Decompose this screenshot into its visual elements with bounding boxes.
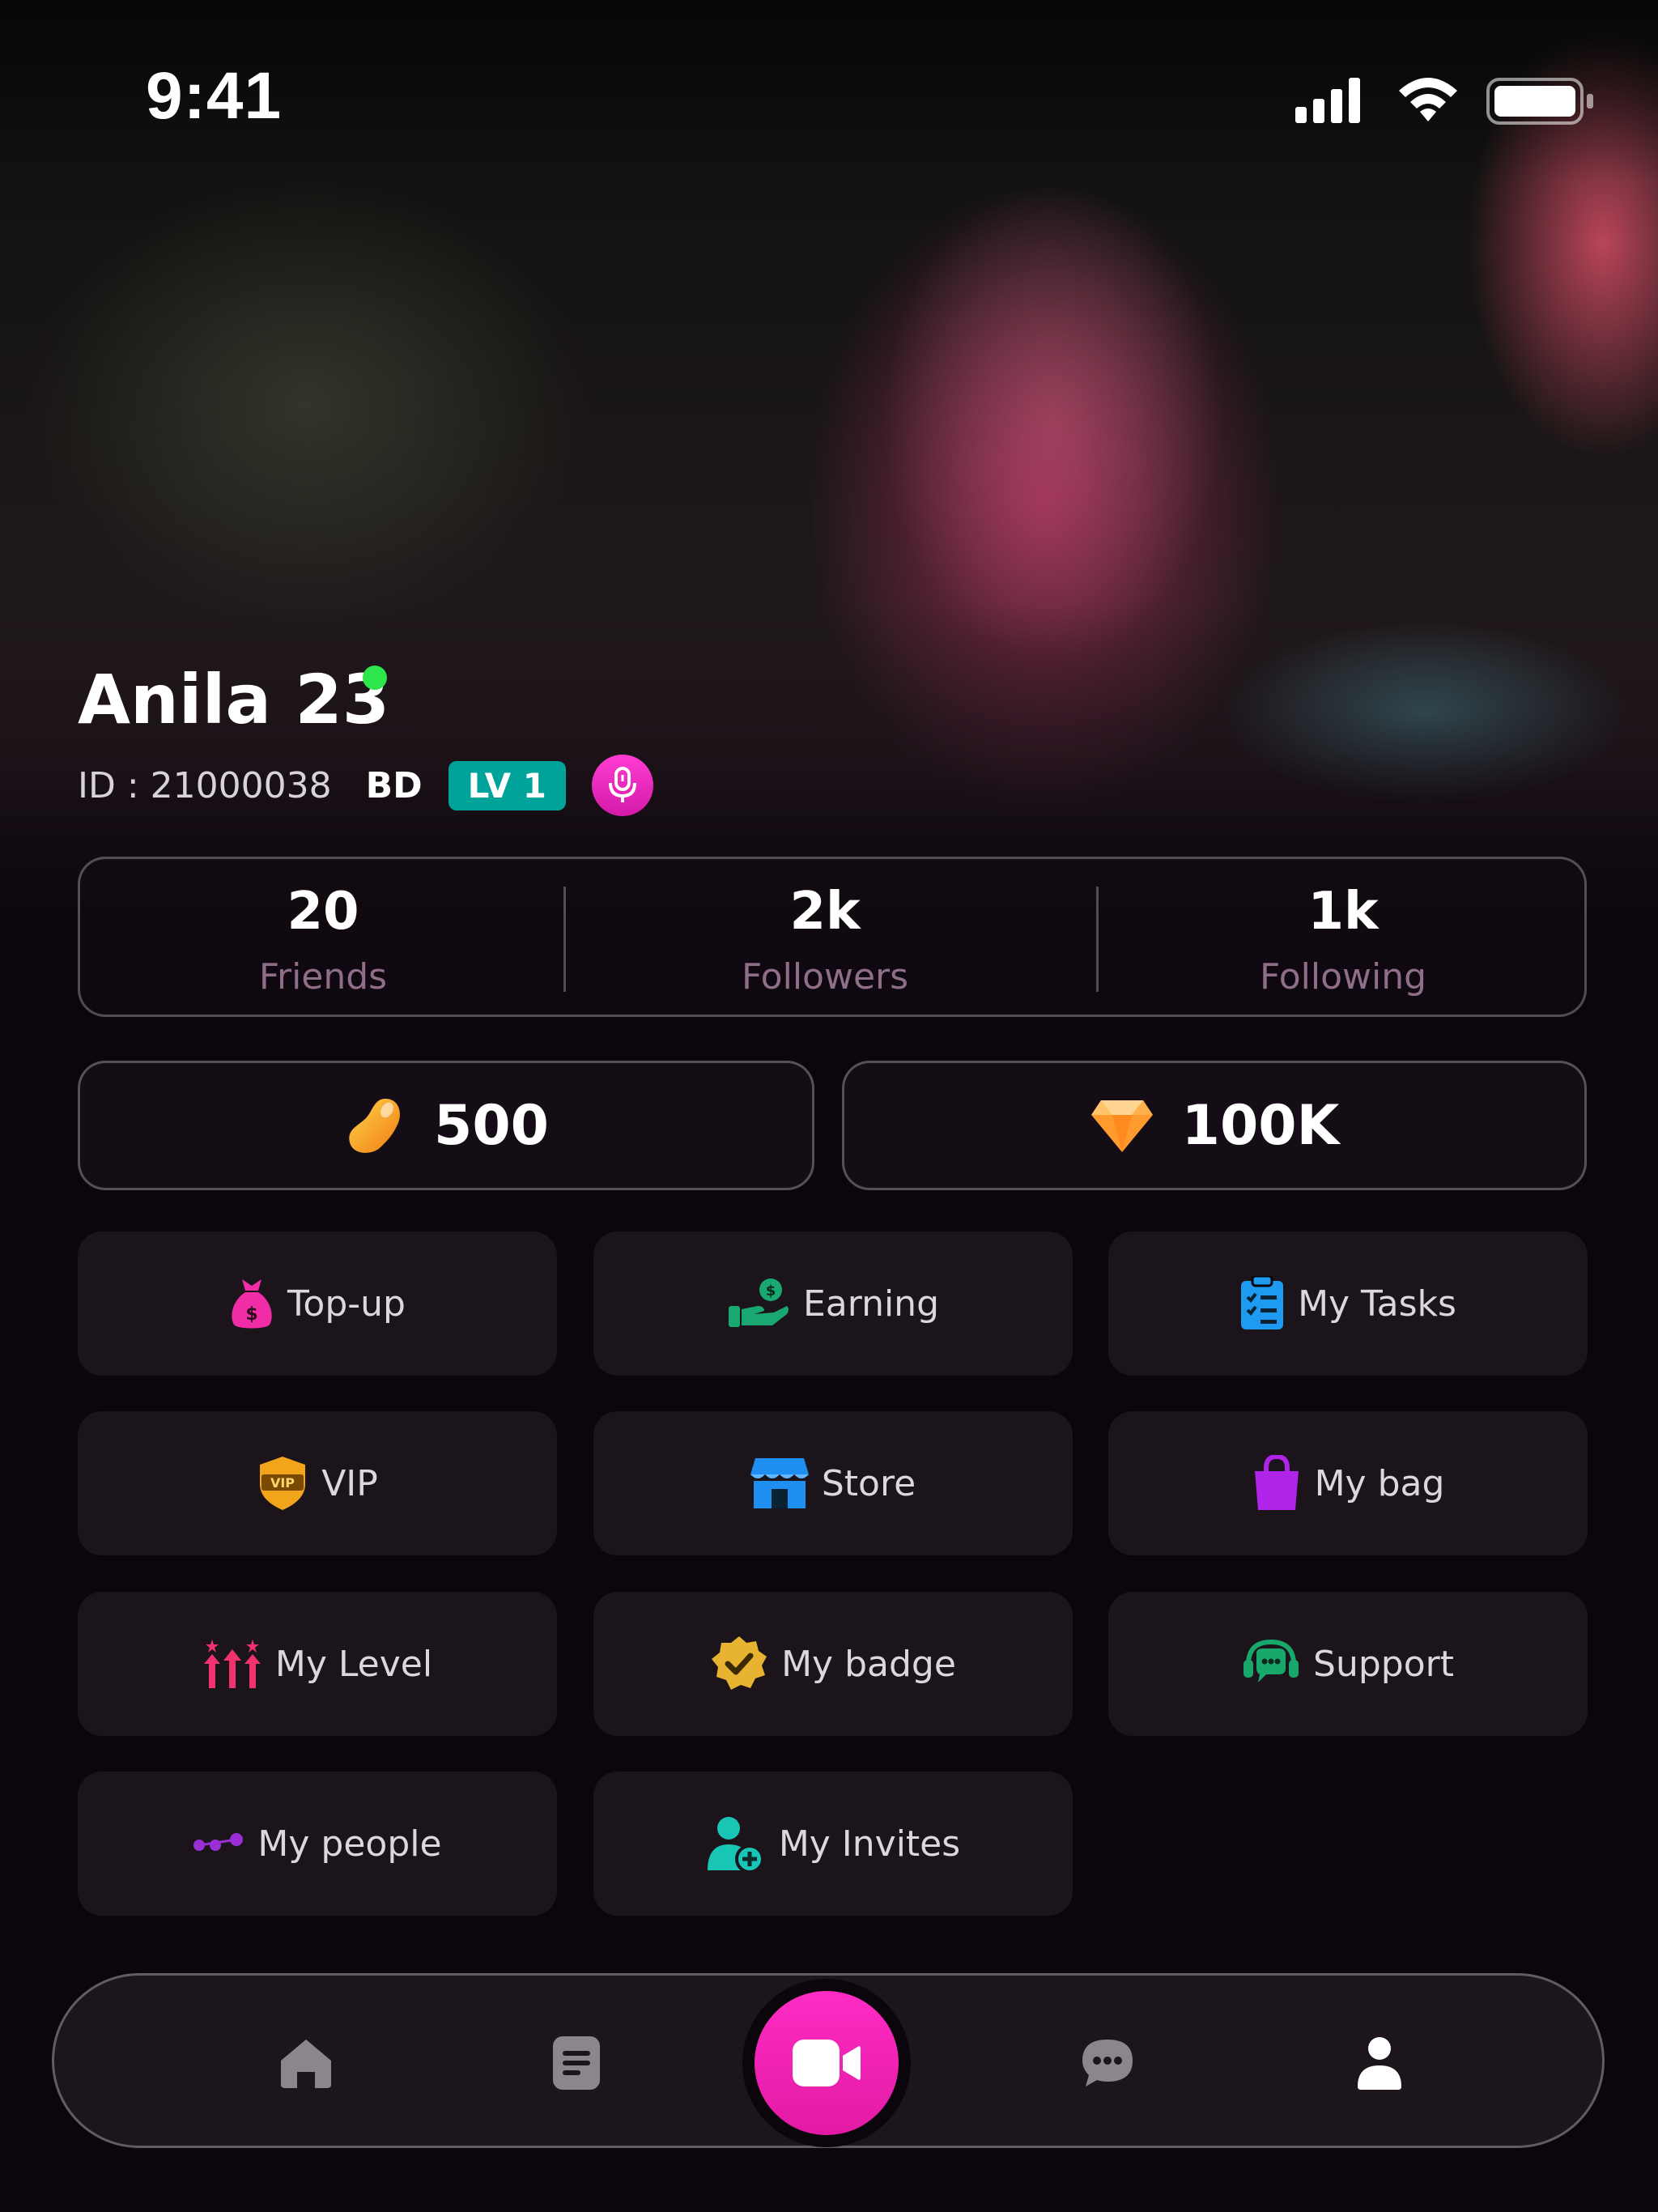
wifi-icon: [1399, 78, 1457, 121]
menu-item-support[interactable]: Support: [1108, 1592, 1588, 1736]
money-bag-icon: $: [232, 1279, 272, 1329]
nav-feed[interactable]: [516, 1976, 637, 2150]
user-id: ID : 21000038: [78, 764, 332, 806]
signal-icon: [1295, 78, 1360, 123]
stat-label: Following: [1259, 956, 1427, 998]
go-live-button-inner: [755, 1991, 899, 2135]
profile-name: Anila 23: [78, 660, 390, 739]
diamond-icon: [1090, 1100, 1153, 1152]
nav-chat[interactable]: [1047, 1976, 1168, 2150]
svg-text:VIP: VIP: [270, 1475, 295, 1491]
svg-text:$: $: [766, 1283, 776, 1300]
menu-item-label: Store: [821, 1462, 916, 1504]
menu-item-my-people[interactable]: My people: [78, 1772, 557, 1916]
stat-followers[interactable]: 2k Followers: [582, 859, 1068, 1019]
people-dots-icon: [193, 1833, 244, 1851]
status-bar: 9:41: [0, 0, 1658, 202]
stat-value: 2k: [789, 882, 861, 942]
headset-icon: [1244, 1639, 1299, 1682]
nav-home[interactable]: [245, 1976, 367, 2150]
status-time: 9:41: [146, 59, 283, 133]
diamonds-balance-button[interactable]: 100K: [842, 1061, 1587, 1190]
menu-item-label: Earning: [802, 1283, 939, 1325]
menu-item-my-level[interactable]: My Level: [78, 1592, 557, 1736]
level-arrows-icon: [203, 1640, 261, 1688]
stat-friends[interactable]: 20 Friends: [80, 859, 566, 1019]
vip-shield-icon: VIP: [260, 1457, 306, 1510]
level-badge: LV 1: [448, 760, 567, 810]
menu-item-label: My badge: [781, 1643, 956, 1685]
hand-coin-icon: $: [728, 1278, 789, 1327]
clipboard-icon: [1241, 1276, 1284, 1329]
badge-check-icon: [712, 1636, 767, 1690]
profile-icon: [1358, 2037, 1401, 2090]
add-user-icon: [707, 1817, 764, 1874]
stat-label: Friends: [258, 956, 388, 998]
nav-profile[interactable]: [1319, 1976, 1440, 2150]
chat-icon: [1082, 2040, 1133, 2087]
stat-divider: [1096, 887, 1099, 992]
menu-item-top-up[interactable]: $ Top-up: [78, 1231, 557, 1376]
menu-item-label: My people: [257, 1823, 442, 1865]
menu-item-my-invites[interactable]: My Invites: [593, 1772, 1073, 1916]
battery-icon: [1486, 78, 1593, 125]
menu-item-label: My Level: [274, 1643, 433, 1685]
menu-item-label: Top-up: [287, 1283, 406, 1325]
online-status-dot: [363, 666, 387, 690]
stat-divider: [563, 887, 566, 992]
go-live-button[interactable]: [742, 1979, 911, 2147]
microphone-icon[interactable]: [592, 755, 654, 816]
menu-item-my-tasks[interactable]: My Tasks: [1108, 1231, 1588, 1376]
beans-balance-button[interactable]: 500: [78, 1061, 814, 1190]
stat-label: Followers: [741, 956, 909, 998]
bean-icon: [349, 1099, 400, 1153]
stat-value: 20: [287, 882, 359, 942]
feed-icon: [553, 2036, 600, 2090]
menu-item-store[interactable]: Store: [593, 1411, 1073, 1555]
menu-item-label: My bag: [1314, 1462, 1445, 1504]
store-icon: [750, 1458, 809, 1508]
profile-meta-row: ID : 21000038 BD LV 1: [78, 755, 654, 816]
menu-item-label: My Invites: [778, 1823, 961, 1865]
diamonds-value: 100K: [1181, 1093, 1340, 1158]
status-icons: [1295, 78, 1593, 125]
country-code: BD: [365, 764, 423, 806]
menu-item-label: My Tasks: [1298, 1283, 1456, 1325]
svg-text:$: $: [245, 1304, 257, 1325]
shopping-bag-icon: [1254, 1455, 1299, 1510]
home-icon: [281, 2040, 331, 2088]
menu-item-label: Support: [1313, 1643, 1454, 1685]
menu-item-my-bag[interactable]: My bag: [1108, 1411, 1588, 1555]
beans-value: 500: [434, 1093, 549, 1158]
menu-item-earning[interactable]: $ Earning: [593, 1231, 1073, 1376]
video-camera-icon: [793, 2040, 861, 2087]
stat-following[interactable]: 1k Following: [1100, 859, 1586, 1019]
menu-item-my-badge[interactable]: My badge: [593, 1592, 1073, 1736]
menu-item-vip[interactable]: VIP VIP: [78, 1411, 557, 1555]
menu-item-label: VIP: [321, 1462, 378, 1504]
stats-card: 20 Friends 2k Followers 1k Following: [78, 857, 1587, 1017]
stat-value: 1k: [1307, 882, 1379, 942]
